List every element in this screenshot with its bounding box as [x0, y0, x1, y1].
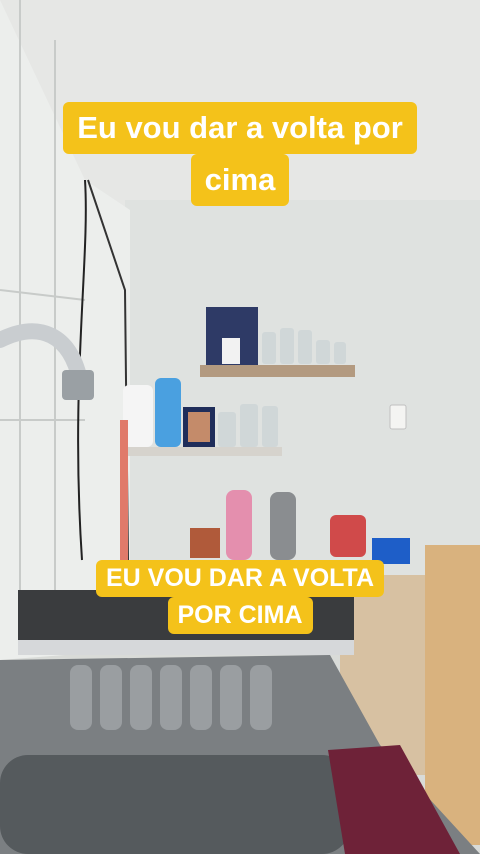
candle — [222, 338, 240, 364]
gray-thermos — [270, 492, 296, 560]
caption-top-line-1: Eu vou dar a volta por — [63, 102, 417, 154]
photo — [188, 412, 210, 442]
broom-handle — [120, 420, 128, 560]
stove-front — [18, 640, 354, 655]
detergent-bottle — [155, 378, 181, 447]
caption-bottom: EU VOU DAR A VOLTA POR CIMA — [0, 560, 480, 634]
upper-shelf — [200, 365, 355, 377]
pink-thermos — [226, 490, 252, 560]
container — [190, 528, 220, 558]
caption-top-line-2: cima — [190, 154, 290, 206]
sink-drain-ridges — [70, 665, 272, 730]
caption-top: Eu vou dar a volta por cima — [0, 102, 480, 206]
caption-bottom-line-2: POR CIMA — [167, 597, 313, 634]
wall-outlet — [389, 404, 407, 430]
sink-basin — [0, 755, 350, 854]
faucet-head — [62, 370, 94, 400]
lower-shelf — [125, 447, 282, 456]
caption-bottom-line-1: EU VOU DAR A VOLTA — [95, 560, 385, 597]
red-bag — [330, 515, 366, 557]
